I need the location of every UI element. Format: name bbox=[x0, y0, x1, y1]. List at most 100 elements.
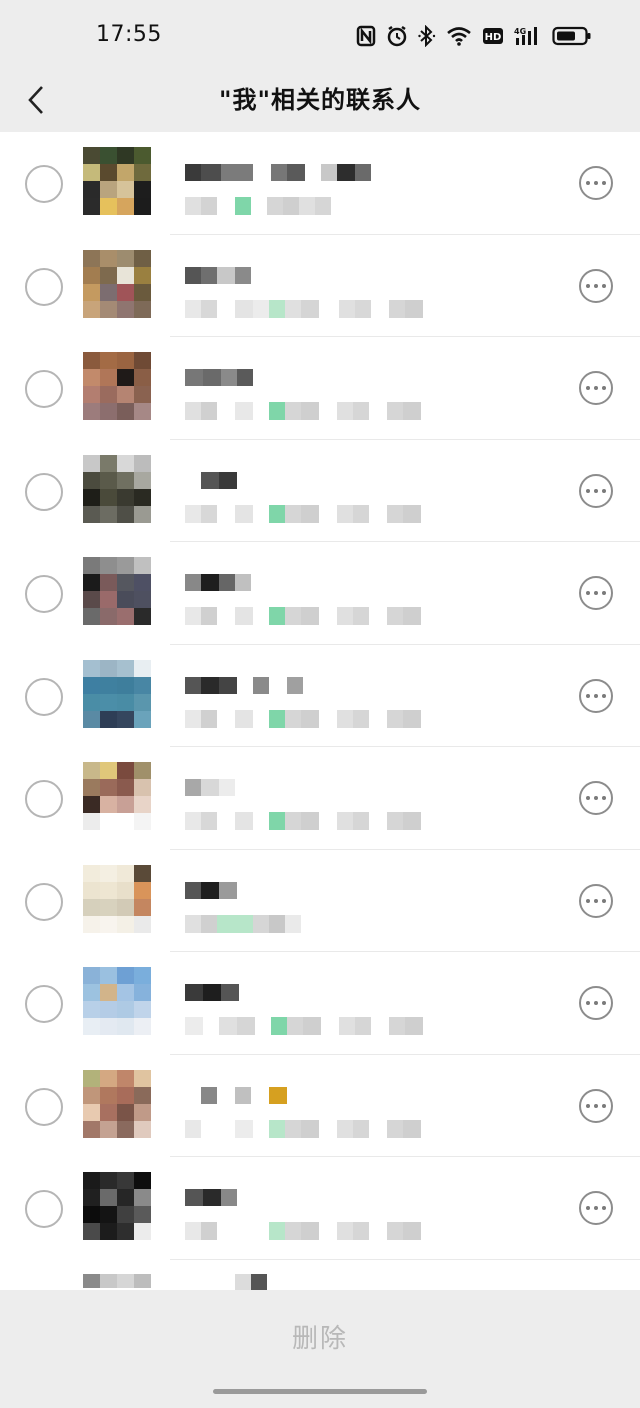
contact-name-blurred bbox=[185, 574, 251, 591]
contact-row[interactable] bbox=[0, 1157, 640, 1260]
contact-row[interactable] bbox=[0, 542, 640, 645]
contact-row[interactable] bbox=[0, 850, 640, 952]
contact-row[interactable] bbox=[0, 747, 640, 850]
more-options-button[interactable] bbox=[579, 268, 613, 303]
name-blur-block bbox=[185, 676, 201, 694]
contact-list[interactable] bbox=[0, 132, 640, 1290]
name-blur-block bbox=[269, 676, 287, 694]
avatar-pixel bbox=[134, 488, 151, 506]
more-options-button[interactable] bbox=[579, 1191, 613, 1225]
avatar-pixel bbox=[83, 710, 100, 728]
name-blur-block bbox=[217, 266, 235, 284]
avatar bbox=[83, 352, 151, 420]
name-blur-block bbox=[355, 164, 371, 181]
name-blur-block bbox=[185, 164, 201, 181]
avatar-pixel bbox=[134, 1206, 151, 1223]
more-options-button[interactable] bbox=[579, 986, 613, 1020]
message-blur-block bbox=[301, 299, 319, 318]
message-blur-block bbox=[315, 197, 331, 215]
message-blur-block bbox=[319, 504, 337, 523]
contact-message-blurred bbox=[185, 607, 421, 625]
message-blur-block bbox=[285, 504, 301, 523]
avatar-pixel bbox=[134, 608, 151, 625]
select-radio[interactable] bbox=[25, 882, 63, 921]
select-radio[interactable] bbox=[25, 267, 63, 306]
avatar-pixel bbox=[83, 505, 100, 523]
select-radio[interactable] bbox=[25, 677, 63, 716]
name-blur-block bbox=[219, 779, 235, 796]
contact-row[interactable] bbox=[0, 440, 640, 542]
name-blur-block bbox=[271, 164, 287, 181]
contact-row[interactable] bbox=[0, 132, 640, 235]
name-blur-block bbox=[321, 164, 337, 181]
avatar-pixel bbox=[117, 164, 134, 181]
message-blur-block bbox=[269, 914, 285, 933]
avatar-pixel bbox=[134, 881, 151, 899]
message-blur-block bbox=[299, 197, 315, 215]
name-blur-block bbox=[203, 369, 221, 386]
more-options-button[interactable] bbox=[579, 1088, 613, 1123]
more-dot bbox=[594, 1001, 598, 1005]
avatar-pixel bbox=[100, 915, 117, 933]
contact-name-blurred bbox=[185, 266, 251, 284]
delete-button[interactable]: 删除 bbox=[220, 1318, 420, 1358]
contact-row[interactable] bbox=[0, 1055, 640, 1157]
more-options-button[interactable] bbox=[579, 371, 613, 405]
avatar-pixel bbox=[100, 181, 117, 198]
more-dot bbox=[594, 1206, 598, 1210]
contact-row[interactable] bbox=[0, 337, 640, 440]
more-dot bbox=[594, 898, 598, 903]
more-options-button[interactable] bbox=[579, 576, 613, 610]
avatar-pixel bbox=[134, 1018, 151, 1035]
message-blur-block bbox=[251, 197, 267, 215]
avatar-pixel bbox=[117, 591, 134, 608]
avatar bbox=[83, 864, 151, 933]
avatar-pixel bbox=[100, 676, 117, 694]
more-options-button[interactable] bbox=[579, 781, 613, 815]
select-radio[interactable] bbox=[25, 1087, 63, 1126]
avatar-pixel bbox=[117, 1086, 134, 1104]
message-blur-block bbox=[353, 402, 369, 420]
select-radio[interactable] bbox=[25, 1190, 63, 1228]
select-radio[interactable] bbox=[25, 985, 63, 1023]
message-blur-block bbox=[337, 607, 353, 625]
more-dot bbox=[586, 181, 590, 185]
message-blur-block bbox=[337, 1222, 353, 1240]
avatar-pixel bbox=[100, 1086, 117, 1104]
avatar-pixel bbox=[100, 779, 117, 796]
message-blur-block bbox=[337, 402, 353, 420]
message-blur-block bbox=[387, 607, 403, 625]
select-radio[interactable] bbox=[25, 575, 63, 613]
message-blur-block bbox=[369, 402, 387, 420]
more-options-button[interactable] bbox=[579, 166, 613, 200]
home-indicator[interactable] bbox=[213, 1389, 427, 1394]
message-blur-block bbox=[201, 607, 217, 625]
message-blur-block bbox=[185, 1017, 203, 1035]
select-radio[interactable] bbox=[25, 472, 63, 511]
more-options-button[interactable] bbox=[579, 473, 613, 508]
avatar-pixel bbox=[134, 1223, 151, 1240]
avatar-pixel bbox=[83, 796, 100, 813]
contact-row[interactable] bbox=[0, 952, 640, 1055]
avatar bbox=[83, 762, 151, 830]
more-options-button[interactable] bbox=[579, 883, 613, 918]
message-blur-block bbox=[185, 914, 201, 933]
avatar bbox=[83, 967, 151, 1035]
more-dot bbox=[586, 283, 590, 288]
message-blur-block bbox=[337, 709, 353, 728]
message-blur-block bbox=[387, 812, 403, 830]
name-blur-block bbox=[221, 369, 237, 386]
select-radio[interactable] bbox=[25, 165, 63, 203]
more-options-button[interactable] bbox=[579, 678, 613, 713]
contact-row[interactable] bbox=[0, 235, 640, 337]
avatar-pixel bbox=[117, 505, 134, 523]
contact-row[interactable] bbox=[0, 645, 640, 747]
more-dot bbox=[594, 796, 598, 800]
select-radio[interactable] bbox=[25, 780, 63, 818]
message-blur-block bbox=[269, 402, 285, 420]
avatar bbox=[83, 1172, 151, 1240]
avatar-pixel bbox=[100, 403, 117, 420]
contact-row-partial[interactable] bbox=[0, 1260, 640, 1290]
select-radio[interactable] bbox=[25, 370, 63, 408]
contact-name-blurred bbox=[185, 369, 253, 386]
